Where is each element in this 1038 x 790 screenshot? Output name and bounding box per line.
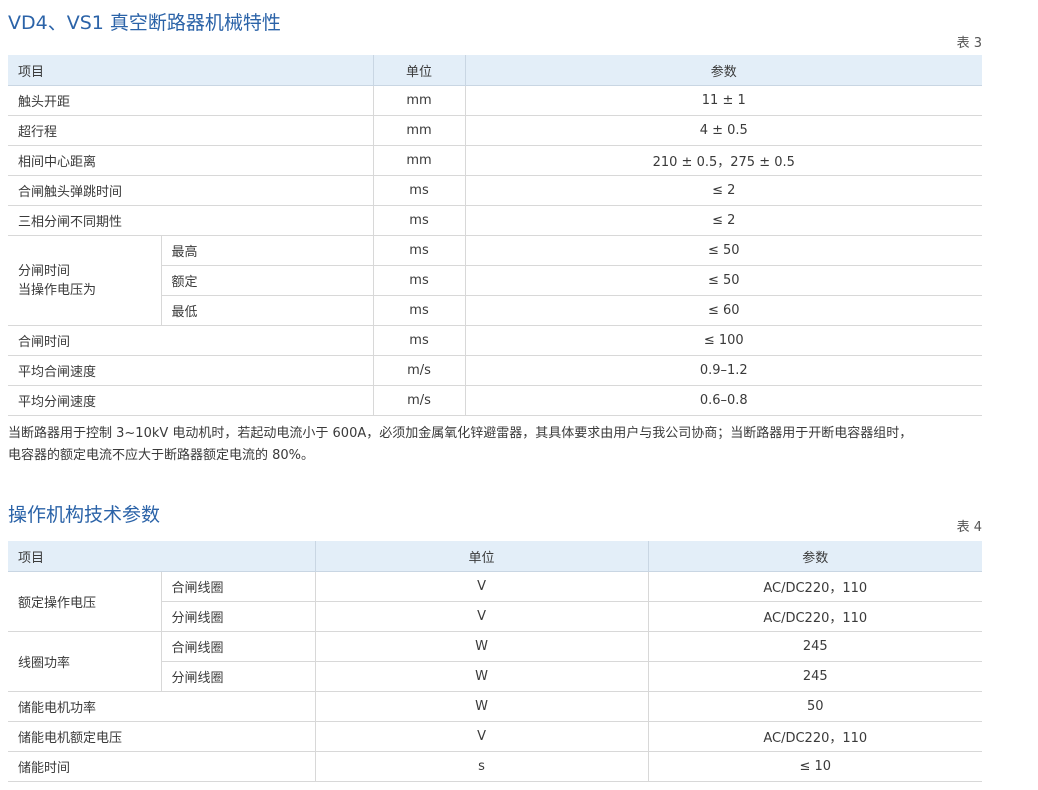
row-unit: V [314,721,649,752]
row-subitem: 最高 [160,235,374,266]
row-value: AC/DC220，110 [647,721,983,752]
row-unit: ms [372,265,466,296]
header-item: 项目 [8,55,374,86]
table-row: 储能电机功率 W 50 [8,691,983,722]
table4-title: 操作机构技术参数 [8,504,161,526]
table-row: 相间中心距离 mm 210 ± 0.5，275 ± 0.5 [8,145,983,176]
row-subitem: 合闸线圈 [160,571,316,602]
row-unit: W [314,691,649,722]
row-value: 210 ± 0.5，275 ± 0.5 [464,145,983,176]
table-row: 超行程 mm 4 ± 0.5 [8,115,983,146]
row-unit: mm [372,115,466,146]
row-item: 储能电机额定电压 [8,721,316,752]
row-unit: ms [372,205,466,236]
header-param: 参数 [464,55,983,86]
header-unit: 单位 [314,541,649,572]
table-row: 触头开距 mm 11 ± 1 [8,85,983,116]
row-item: 合闸时间 [8,325,374,356]
group-label: 线圈功率 [8,631,161,692]
row-value: ≤ 10 [647,751,983,782]
table-row: 额定操作电压 合闸线圈 V AC/DC220，110 [8,571,983,632]
table3: 项目 单位 参数 触头开距 mm 11 ± 1 超行程 mm 4 ± 0.5 相… [8,55,983,416]
row-unit: V [314,571,649,602]
table-row: 储能时间 s ≤ 10 [8,751,983,782]
row-unit: mm [372,145,466,176]
table-row: 平均分闸速度 m/s 0.6–0.8 [8,385,983,416]
row-value: ≤ 50 [464,235,983,266]
row-value: 0.6–0.8 [464,385,983,416]
row-unit: ms [372,175,466,206]
row-subitem: 最低 [160,295,374,326]
row-item: 平均合闸速度 [8,355,374,386]
row-item: 相间中心距离 [8,145,374,176]
row-unit: ms [372,295,466,326]
table4-number: 表 4 [956,520,982,535]
group-label-line2: 当操作电压为 [18,282,97,298]
header-item: 项目 [8,541,316,572]
group-label: 分闸时间 当操作电压为 [8,235,161,326]
row-subitem: 分闸线圈 [160,601,316,632]
row-value: AC/DC220，110 [647,601,983,632]
row-value: 11 ± 1 [464,85,983,116]
table-row: 三相分闸不同期性 ms ≤ 2 [8,205,983,236]
row-unit: ms [372,325,466,356]
row-item: 储能时间 [8,751,316,782]
footnote-line1: 当断路器用于控制 3~10kV 电动机时，若起动电流小于 600A，必须加金属氧… [8,426,913,441]
group-label-line1: 分闸时间 [18,263,71,279]
row-value: ≤ 100 [464,325,983,356]
row-subitem: 额定 [160,265,374,296]
row-value: 0.9–1.2 [464,355,983,386]
row-unit: m/s [372,355,466,386]
row-unit: mm [372,85,466,116]
row-value: 245 [647,631,983,662]
row-value: ≤ 2 [464,205,983,236]
row-item: 触头开距 [8,85,374,116]
table-header-row: 项目 单位 参数 [8,55,983,86]
table-row: 线圈功率 合闸线圈 W 245 [8,631,983,692]
table3-title: VD4、VS1 真空断路器机械特性 [8,12,281,34]
row-unit: W [314,631,649,662]
header-unit: 单位 [372,55,466,86]
table-row: 储能电机额定电压 V AC/DC220，110 [8,721,983,752]
row-value: ≤ 2 [464,175,983,206]
header-param: 参数 [647,541,983,572]
table3-number: 表 3 [956,36,982,51]
row-value: ≤ 50 [464,265,983,296]
row-item: 超行程 [8,115,374,146]
table-row: 平均合闸速度 m/s 0.9–1.2 [8,355,983,386]
row-unit: V [314,601,649,632]
table-row: 合闸时间 ms ≤ 100 [8,325,983,356]
row-item: 三相分闸不同期性 [8,205,374,236]
row-unit: s [314,751,649,782]
footnote: 当断路器用于控制 3~10kV 电动机时，若起动电流小于 600A，必须加金属氧… [8,423,1008,467]
row-unit: ms [372,235,466,266]
row-unit: m/s [372,385,466,416]
row-item: 储能电机功率 [8,691,316,722]
table-row: 分闸时间 当操作电压为 最高 ms ≤ 50 [8,235,983,326]
row-value: 50 [647,691,983,722]
row-value: 4 ± 0.5 [464,115,983,146]
row-value: ≤ 60 [464,295,983,326]
group-label: 额定操作电压 [8,571,161,632]
row-item: 合闸触头弹跳时间 [8,175,374,206]
row-subitem: 分闸线圈 [160,661,316,692]
table-header-row: 项目 单位 参数 [8,541,983,572]
row-item: 平均分闸速度 [8,385,374,416]
row-subitem: 合闸线圈 [160,631,316,662]
footnote-line2: 电容器的额定电流不应大于断路器额定电流的 80%。 [8,448,315,463]
row-value: AC/DC220，110 [647,571,983,602]
row-unit: W [314,661,649,692]
row-value: 245 [647,661,983,692]
table4: 项目 单位 参数 额定操作电压 合闸线圈 V AC/DC220，110 分闸线圈… [8,541,983,782]
table-row: 合闸触头弹跳时间 ms ≤ 2 [8,175,983,206]
